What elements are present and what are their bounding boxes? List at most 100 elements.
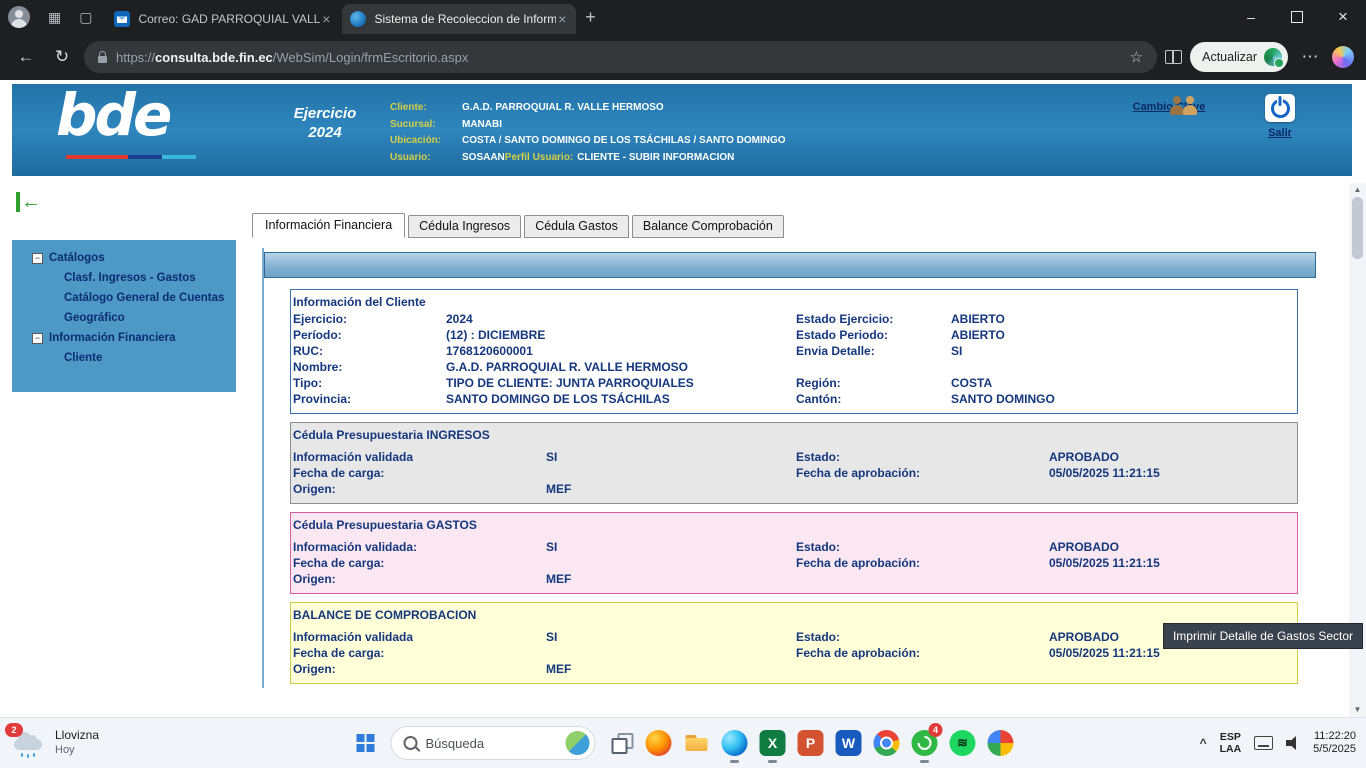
field-value: APROBADO (1049, 449, 1297, 465)
favorite-star-icon[interactable]: ☆ (1130, 48, 1143, 66)
copilot-icon[interactable] (1332, 46, 1354, 68)
section-row: Información validada: SI Estado: APROBAD… (293, 539, 1297, 555)
field-label: Origen: (293, 571, 546, 587)
bde-logo: bde (56, 82, 169, 148)
browser-tab[interactable]: Correo: GAD PARROQUIAL VALLE × (106, 4, 340, 34)
collapse-box-icon[interactable]: − (32, 333, 43, 344)
back-icon[interactable]: ← (12, 47, 40, 67)
field-value: MEF (546, 481, 796, 497)
browser-tab[interactable]: Sistema de Recoleccion de Inform × (342, 4, 576, 34)
split-screen-icon[interactable] (1165, 50, 1182, 64)
volume-icon[interactable] (1286, 736, 1300, 750)
field-label: Estado Periodo: (796, 327, 951, 343)
sidebar-item-label: Catálogo General de Cuentas (64, 292, 224, 304)
new-tab-button[interactable]: + (576, 3, 604, 31)
field-label: Región: (796, 375, 951, 391)
collapse-box-icon[interactable]: − (32, 253, 43, 264)
lock-icon[interactable] (98, 56, 107, 63)
more-menu-icon[interactable]: ⋯ (1296, 47, 1324, 67)
search-placeholder: Búsqueda (426, 736, 558, 751)
edge-icon[interactable] (716, 723, 754, 763)
sidebar-item-label: Cliente (64, 352, 102, 364)
tab-list-icon[interactable]: ▢ (79, 10, 92, 24)
whatsapp-icon[interactable]: 4 (906, 723, 944, 763)
weather-condition: Llovizna (55, 728, 99, 743)
tray-time: 11:22:20 (1313, 730, 1356, 743)
google-photos-icon[interactable] (982, 723, 1020, 763)
logout-link[interactable]: Salir (1240, 94, 1320, 139)
scroll-down-icon[interactable]: ▼ (1349, 703, 1366, 717)
clock[interactable]: 11:22:20 5/5/2025 (1313, 730, 1356, 756)
app-header-band: bde Ejercicio 2024 Cliente: G.A.D. PARRO… (12, 84, 1352, 176)
content-tab[interactable]: Cédula Ingresos (408, 215, 521, 238)
field-value: SI (546, 629, 796, 645)
field-label: RUC: (293, 343, 446, 359)
scrollbar-thumb[interactable] (1352, 197, 1363, 259)
word-icon[interactable]: W (830, 723, 868, 763)
field-value: (12) : DICIEMBRE (446, 327, 796, 343)
task-view-icon[interactable] (602, 723, 640, 763)
minimize-button[interactable]: – (1228, 0, 1274, 34)
sidebar-item-label: Geográfico (64, 312, 125, 324)
sidebar-item[interactable]: − Catálogos (12, 248, 236, 268)
logout-label[interactable]: Salir (1240, 127, 1320, 139)
section-title: BALANCE DE COMPROBACION (293, 607, 1297, 624)
field-value: SI (546, 449, 796, 465)
start-button[interactable] (347, 724, 385, 762)
sidebar-item[interactable]: Geográfico (12, 308, 236, 328)
tab-close-icon[interactable]: × (320, 11, 332, 27)
language-indicator[interactable]: ESP LAA (1220, 731, 1242, 755)
touch-keyboard-icon[interactable] (1254, 736, 1273, 750)
tab-close-icon[interactable]: × (556, 11, 568, 27)
section-row: Origen: MEF (293, 661, 1297, 677)
content-tab[interactable]: Información Financiera (252, 213, 405, 238)
powerpoint-icon[interactable]: P (792, 723, 830, 763)
field-label: Fecha de carga: (293, 645, 546, 661)
content-tab[interactable]: Cédula Gastos (524, 215, 629, 238)
sidebar-item[interactable]: Catálogo General de Cuentas (12, 288, 236, 308)
section-row: Origen: MEF (293, 481, 1297, 497)
change-password-link[interactable]: Cambio Clave (1114, 96, 1224, 113)
field-value (546, 645, 796, 661)
file-explorer-icon[interactable] (678, 723, 716, 763)
excel-icon[interactable]: X (754, 723, 792, 763)
scroll-up-icon[interactable]: ▲ (1349, 183, 1366, 197)
address-bar[interactable]: https://consulta.bde.fin.ec/WebSim/Login… (84, 41, 1157, 73)
field-label: Origen: (293, 481, 546, 497)
client-info-title: Información del Cliente (293, 294, 1297, 311)
workspaces-icon[interactable]: ▦ (48, 10, 61, 24)
maximize-button[interactable] (1274, 0, 1320, 34)
open-indicator (768, 760, 777, 763)
refresh-data-button[interactable]: Actualizar (1190, 42, 1288, 72)
content-tab[interactable]: Balance Comprobación (632, 215, 784, 238)
field-value: SANTO DOMINGO (951, 391, 1297, 407)
status-section-box: BALANCE DE COMPROBACION Información vali… (290, 602, 1298, 684)
exercise-label: Ejercicio (270, 104, 380, 123)
taskbar: 2 Llovizna Hoy Búsqueda (0, 717, 1366, 768)
sidebar-item[interactable]: − Información Financiera (12, 328, 236, 348)
titlebar-left: ▦ ▢ (0, 6, 106, 28)
url-domain: consulta.bde.fin.ec (155, 50, 273, 65)
close-button[interactable]: × (1320, 0, 1366, 34)
hidden-icons-chevron[interactable]: ^ (1200, 736, 1207, 750)
weather-widget[interactable]: 2 Llovizna Hoy (12, 726, 99, 758)
change-password-label[interactable]: Cambio Clave (1114, 101, 1224, 113)
field-value: SI (951, 343, 1297, 359)
field-label: Ejercicio: (293, 311, 446, 327)
refresh-icon[interactable]: ↻ (48, 47, 76, 67)
status-section-box: Cédula Presupuestaria INGRESOS Informaci… (290, 422, 1298, 504)
url-path: /WebSim/Login/frmEscritorio.aspx (273, 50, 469, 65)
collapse-menu-icon[interactable]: ← (16, 192, 41, 212)
field-label: Fecha de aprobación: (796, 555, 1049, 571)
chrome-icon[interactable] (868, 723, 906, 763)
client-info-row: RUC: 1768120600001 Envia Detalle: SI (293, 343, 1297, 359)
browser-titlebar: ▦ ▢ Correo: GAD PARROQUIAL VALLE × Siste… (0, 0, 1366, 34)
sidebar-item[interactable]: Clasf. Ingresos - Gastos (12, 268, 236, 288)
field-label: Estado: (796, 629, 1049, 645)
sidebar-item[interactable]: Cliente (12, 348, 236, 368)
profile-avatar-icon[interactable] (8, 6, 30, 28)
spotify-icon[interactable]: ≋ (944, 723, 982, 763)
firefox-icon[interactable] (640, 723, 678, 763)
search-input[interactable]: Búsqueda (391, 726, 596, 760)
field-label: Período: (293, 327, 446, 343)
